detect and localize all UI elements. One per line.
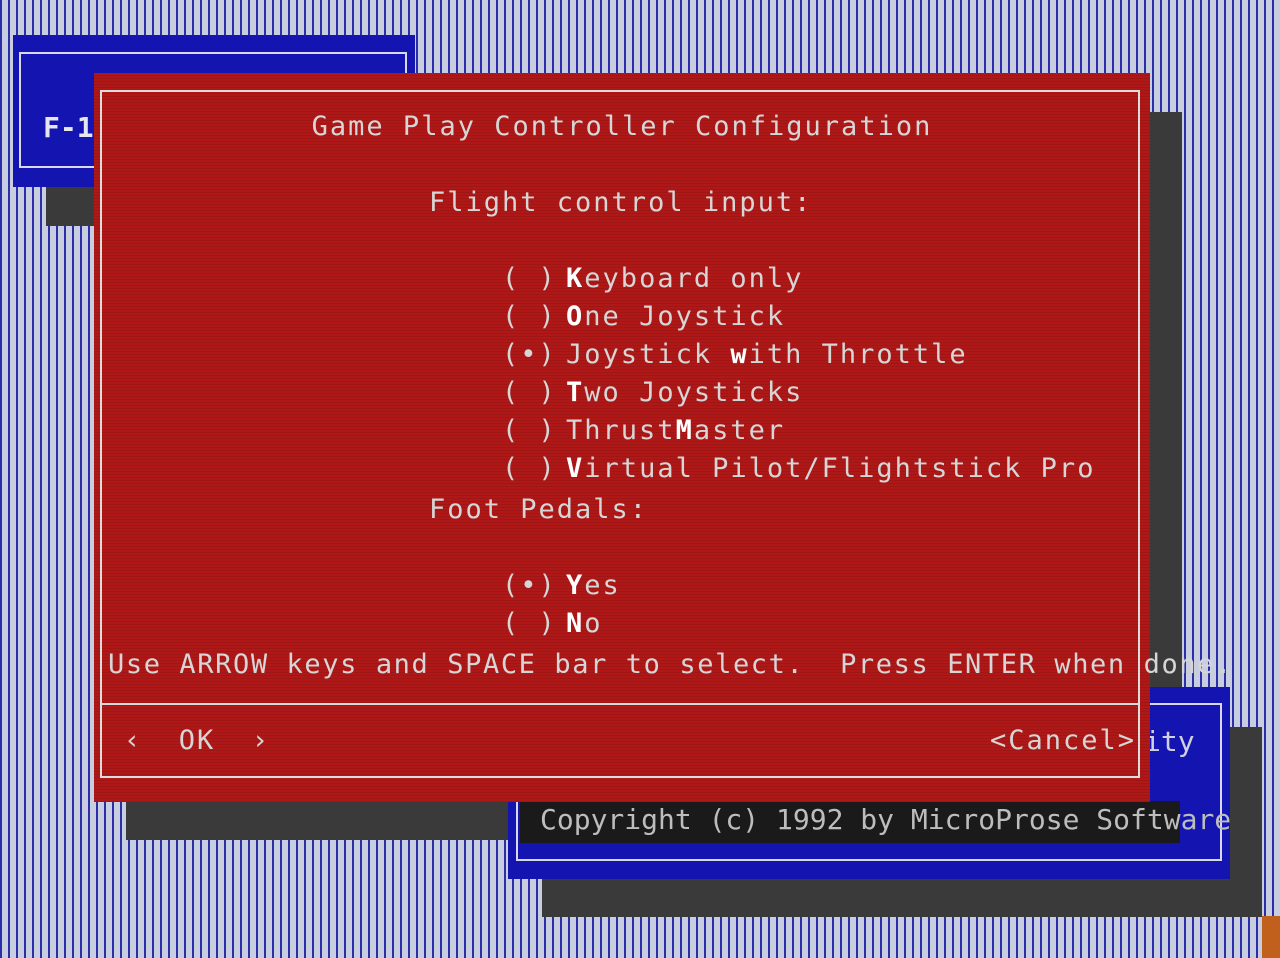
copyright-window-partial-label: ity	[1144, 725, 1195, 758]
controller-config-dialog: Game Play Controller Configuration Fligh…	[94, 73, 1231, 802]
dialog-shadow-bottom	[126, 802, 518, 840]
option-keyboard-only[interactable]: ( ) Keyboard only	[429, 225, 803, 294]
copyright-text: Copyright (c) 1992 by MicroProse Softwar…	[540, 803, 1232, 836]
dialog-divider	[100, 703, 1140, 705]
flight-control-label: Flight control input:	[429, 187, 813, 218]
ok-button[interactable]: ‹ OK ›	[124, 725, 270, 756]
option-text: irtual Pilot/Flightstick Pro	[584, 453, 1096, 484]
option-two-joysticks[interactable]: ( ) Two Joysticks	[429, 339, 803, 408]
hotkey-letter: V	[566, 453, 585, 484]
copyright-window-shadow-bottom	[542, 878, 1262, 917]
option-text: o	[584, 608, 603, 639]
corner-mark	[1262, 916, 1280, 958]
hotkey-letter: N	[566, 608, 585, 639]
option-thrustmaster[interactable]: ( ) ThrustMaster	[429, 377, 785, 446]
option-pedals-no[interactable]: ( ) No	[429, 570, 603, 639]
option-virtual-pilot[interactable]: ( ) Virtual Pilot/Flightstick Pro	[429, 415, 1095, 484]
option-one-joystick[interactable]: ( ) One Joystick	[429, 263, 785, 332]
radio-button[interactable]: ( )	[502, 606, 556, 642]
instructions-text: Use ARROW keys and SPACE bar to select. …	[108, 649, 1233, 680]
dialog-shadow-right	[1150, 112, 1182, 690]
cancel-button[interactable]: <Cancel>	[990, 725, 1136, 756]
option-joystick-with-throttle[interactable]: (•) Joystick with Throttle	[429, 301, 968, 370]
dialog-title: Game Play Controller Configuration	[311, 111, 933, 142]
radio-button[interactable]: ( )	[502, 451, 556, 487]
option-pedals-yes[interactable]: (•) Yes	[429, 532, 621, 601]
foot-pedals-label: Foot Pedals:	[429, 494, 649, 525]
title-window-label: F-1	[43, 111, 94, 144]
